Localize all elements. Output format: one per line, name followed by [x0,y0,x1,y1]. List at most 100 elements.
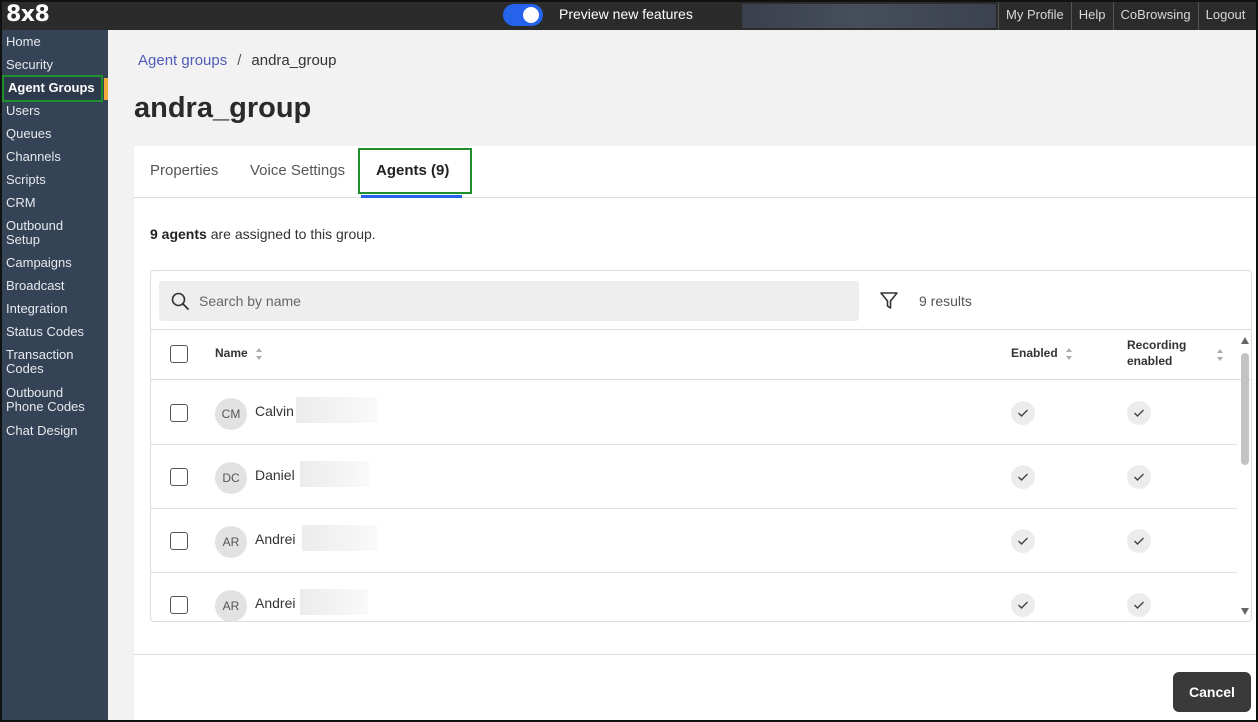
avatar: AR [215,590,247,621]
sidebar-item-crm[interactable]: CRM [6,196,36,210]
logout-link[interactable]: Logout [1197,2,1253,30]
active-tab-underline [361,195,462,198]
enabled-column-label: Enabled [1011,346,1058,360]
recording-indicator [1127,529,1151,553]
recording-enabled-column-header[interactable]: Recording enabled [1127,338,1227,368]
sidebar-item-outbound-phone-codes[interactable]: Outbound Phone Codes [6,386,96,414]
enabled-indicator [1011,401,1035,425]
agents-summary-text: are assigned to this group. [206,226,376,242]
row-checkbox[interactable] [170,532,188,550]
sidebar-item-broadcast[interactable]: Broadcast [6,279,65,293]
search-placeholder: Search by name [199,293,301,309]
table-row[interactable]: AR Andrei [151,509,1237,573]
page-title: andra_group [134,92,312,124]
check-icon [1018,409,1028,417]
table-row[interactable]: DC Daniel [151,445,1237,509]
sidebar-item-queues[interactable]: Queues [6,127,52,141]
check-icon [1018,601,1028,609]
sidebar-item-transaction-codes[interactable]: Transaction Codes [6,348,86,376]
check-icon [1134,409,1144,417]
sidebar-item-integration[interactable]: Integration [6,302,67,316]
check-icon [1018,473,1028,481]
breadcrumb-agent-groups-link[interactable]: Agent groups [138,52,227,69]
scroll-up-arrow[interactable] [1241,337,1249,344]
preview-features-toggle[interactable] [503,4,543,26]
search-icon [171,292,189,310]
sidebar-item-campaigns[interactable]: Campaigns [6,256,72,270]
footer-divider [134,654,1256,655]
app-window: 8x8 Preview new features My Profile Help… [0,0,1258,722]
sort-icon [1066,347,1073,360]
preview-features-label: Preview new features [559,6,693,22]
check-icon [1134,601,1144,609]
check-icon [1134,537,1144,545]
cobrowsing-link[interactable]: CoBrowsing [1112,2,1198,30]
blurred-surname [296,397,378,423]
row-checkbox[interactable] [170,468,188,486]
blurred-user-info [742,4,996,28]
breadcrumb-separator: / [237,52,242,69]
check-icon [1018,537,1028,545]
agents-count: 9 agents [150,226,207,242]
sort-icon [256,347,263,360]
sidebar-item-users[interactable]: Users [6,104,40,118]
table-row[interactable]: AR Andrei [151,573,1237,621]
sidebar-item-channels[interactable]: Channels [6,150,61,164]
cancel-button[interactable]: Cancel [1173,672,1251,712]
table-row[interactable]: CM Calvin [151,381,1237,445]
scroll-down-arrow[interactable] [1241,608,1249,615]
check-icon [1134,473,1144,481]
breadcrumb-current: andra_group [251,52,337,69]
recording-indicator [1127,593,1151,617]
avatar: AR [215,526,247,558]
name-column-header[interactable]: Name [215,346,263,361]
results-count: 9 results [919,293,972,309]
recording-column-label-line2: enabled [1127,354,1173,368]
sidebar-item-agent-groups[interactable]: Agent Groups [2,75,103,102]
toggle-knob [523,7,539,23]
table-scrollbar[interactable] [1237,329,1251,621]
main-content: Agent groups / andra_group andra_group Pro… [108,30,1256,720]
sidebar-item-home[interactable]: Home [6,35,41,49]
name-column-label: Name [215,346,248,360]
table-header: Name Enabled Recording enabled [151,329,1251,380]
brand-logo[interactable]: 8x8 [6,2,50,27]
enabled-indicator [1011,465,1035,489]
blurred-surname [302,525,378,551]
recording-indicator [1127,401,1151,425]
tab-bar: Properties Voice Settings Agents (9) [134,146,1256,198]
agents-summary: 9 agents are assigned to this group. [150,226,376,242]
filter-icon[interactable] [879,291,899,311]
sidebar-item-scripts[interactable]: Scripts [6,173,46,187]
search-input[interactable]: Search by name [159,281,859,321]
top-links: My Profile Help CoBrowsing Logout [998,2,1252,30]
agent-name: Andrei [255,595,296,611]
enabled-column-header[interactable]: Enabled [1011,346,1073,361]
row-checkbox[interactable] [170,404,188,422]
sidebar: Home Security Agent Groups Users Queues … [2,30,109,720]
agent-name: Calvin [255,403,294,419]
select-all-checkbox[interactable] [170,345,188,363]
enabled-indicator [1011,593,1035,617]
recording-indicator [1127,465,1151,489]
blurred-surname [300,589,368,615]
blurred-surname [300,461,370,487]
top-bar: 8x8 Preview new features My Profile Help… [2,2,1256,30]
group-details-card: Properties Voice Settings Agents (9) 9 a… [134,146,1256,720]
help-link[interactable]: Help [1070,2,1113,30]
sidebar-item-security[interactable]: Security [6,58,53,72]
row-checkbox[interactable] [170,596,188,614]
sidebar-item-outbound-setup[interactable]: Outbound Setup [6,219,86,247]
agent-name: Daniel [255,467,295,483]
tab-agents[interactable]: Agents (9) [376,162,449,179]
tab-voice-settings[interactable]: Voice Settings [250,162,345,179]
sidebar-item-chat-design[interactable]: Chat Design [6,424,78,438]
agent-name: Andrei [255,531,296,547]
avatar: DC [215,462,247,494]
my-profile-link[interactable]: My Profile [998,2,1071,30]
tab-properties[interactable]: Properties [150,162,218,179]
scrollbar-thumb[interactable] [1241,353,1249,465]
breadcrumb: Agent groups / andra_group [138,52,336,69]
enabled-indicator [1011,529,1035,553]
sidebar-item-status-codes[interactable]: Status Codes [6,325,84,339]
